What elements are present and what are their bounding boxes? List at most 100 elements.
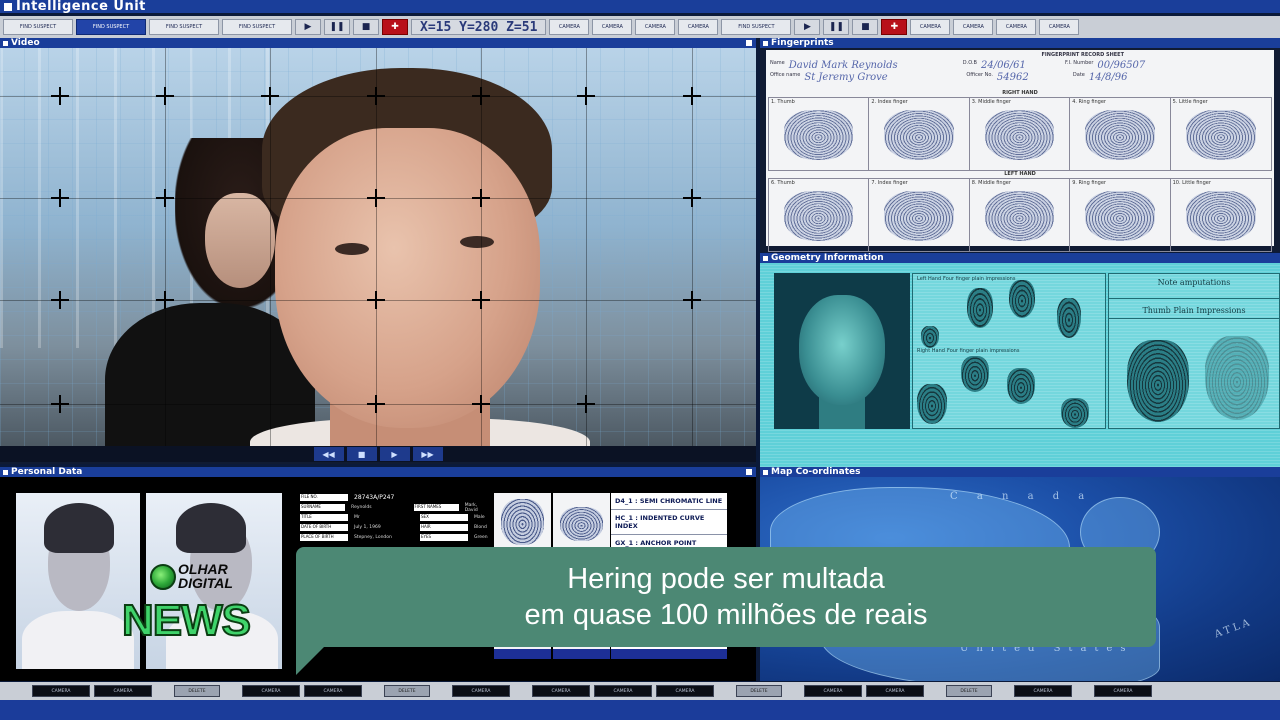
- close-icon[interactable]: [746, 40, 752, 46]
- camera-button-5[interactable]: CAMERA: [910, 19, 951, 35]
- bottom-toolbar: CAMERA CAMERA DELETE CAMERA CAMERA DELET…: [0, 682, 1280, 700]
- grid-line: [481, 48, 482, 446]
- woman-face: [205, 193, 275, 288]
- crosshair-icon: [367, 395, 385, 413]
- grid-line: [376, 48, 377, 446]
- officer-value: 54962: [996, 72, 1029, 83]
- photo-body: [22, 611, 134, 669]
- sheet-row: Name David Mark Reynolds D.O.B 24/06/61 …: [770, 60, 1270, 71]
- camera-button[interactable]: CAMERA: [32, 685, 90, 697]
- fingerprint-image: [783, 190, 854, 241]
- left-eye: [335, 243, 369, 255]
- delete-button[interactable]: DELETE: [384, 685, 430, 697]
- date-value: 14/8/96: [1088, 72, 1128, 83]
- fingerprint-cell[interactable]: 8. Middle finger: [970, 179, 1071, 251]
- camera-button[interactable]: CAMERA: [452, 685, 510, 697]
- grid-line: [692, 48, 693, 446]
- camera-button-1[interactable]: CAMERA: [549, 19, 590, 35]
- fingerprint-cell[interactable]: 9. Ring finger: [1070, 179, 1171, 251]
- panel-menu-icon[interactable]: [763, 255, 768, 261]
- field-label: FILE NO.: [300, 494, 348, 501]
- field-value: 28743A/P247: [354, 494, 395, 501]
- camera-button-4[interactable]: CAMERA: [678, 19, 719, 35]
- fingerprint-image: [884, 190, 954, 241]
- delete-button[interactable]: DELETE: [946, 685, 992, 697]
- fingerprint-cell[interactable]: 6. Thumb: [769, 179, 870, 251]
- fingerprint-cell[interactable]: 7. Index finger: [869, 179, 970, 251]
- rewind-icon[interactable]: ◀◀: [313, 447, 344, 461]
- four-finger-panel[interactable]: Left Hand Four finger plain impressions …: [912, 273, 1106, 429]
- find-suspect-button-1[interactable]: FIND SUSPECT: [3, 19, 73, 35]
- panel-menu-icon[interactable]: [763, 40, 768, 46]
- camera-button[interactable]: CAMERA: [594, 685, 652, 697]
- fingerprint-cell[interactable]: 1. Thumb: [769, 98, 870, 170]
- stop-icon-2[interactable]: ■: [852, 19, 879, 35]
- field-value: Mark, David: [464, 502, 478, 513]
- video-feed[interactable]: [0, 48, 756, 446]
- stop-icon[interactable]: ■: [346, 447, 377, 461]
- toolbar: FIND SUSPECT FIND SUSPECT FIND SUSPECT F…: [0, 16, 1280, 38]
- record-icon-2[interactable]: ✚: [881, 19, 908, 35]
- camera-button[interactable]: CAMERA: [866, 685, 924, 697]
- field-value: Stepney, London: [354, 535, 392, 540]
- fingerprint-cell[interactable]: 5. Little finger: [1171, 98, 1271, 170]
- delete-button[interactable]: DELETE: [174, 685, 220, 697]
- field-label: PLACE OF BIRTH: [300, 534, 348, 541]
- map-label-canada: C a n a d a: [950, 491, 1093, 502]
- left-hand-label: Left Hand: [917, 276, 942, 282]
- fingerprint-image: [783, 109, 854, 160]
- camera-button-6[interactable]: CAMERA: [953, 19, 994, 35]
- pause-icon-2[interactable]: ❚❚: [823, 19, 850, 35]
- record-icon[interactable]: ✚: [382, 19, 408, 35]
- camera-button[interactable]: CAMERA: [804, 685, 862, 697]
- find-suspect-button-3[interactable]: FIND SUSPECT: [149, 19, 219, 35]
- camera-button-7[interactable]: CAMERA: [996, 19, 1037, 35]
- crosshair-icon: [367, 189, 385, 207]
- thumb-panel[interactable]: Note amputations Thumb Plain Impressions: [1108, 273, 1280, 429]
- coordinates-readout: X=15 Y=280 Z=51: [411, 19, 547, 35]
- close-icon[interactable]: [746, 469, 752, 475]
- panel-menu-icon[interactable]: [763, 469, 768, 475]
- panel-menu-icon[interactable]: [3, 40, 8, 46]
- camera-button[interactable]: CAMERA: [242, 685, 300, 697]
- window-menu-icon[interactable]: [4, 2, 12, 11]
- camera-button[interactable]: CAMERA: [94, 685, 152, 697]
- play-icon[interactable]: ▶: [295, 19, 321, 35]
- delete-button[interactable]: DELETE: [736, 685, 782, 697]
- fast-forward-icon[interactable]: ▶▶: [412, 447, 443, 461]
- camera-button-3[interactable]: CAMERA: [635, 19, 676, 35]
- news-caption: Hering pode ser multada em quase 100 mil…: [296, 547, 1156, 675]
- camera-button[interactable]: CAMERA: [656, 685, 714, 697]
- stop-icon[interactable]: ■: [353, 19, 379, 35]
- camera-button[interactable]: CAMERA: [1014, 685, 1072, 697]
- fingerprint-cell[interactable]: 3. Middle finger: [970, 98, 1071, 170]
- officer-label: Officer No.: [966, 72, 993, 78]
- thumb-impressions-title: Thumb Plain Impressions: [1142, 306, 1246, 315]
- find-suspect-button-4[interactable]: FIND SUSPECT: [222, 19, 292, 35]
- play-icon-2[interactable]: ▶: [794, 19, 821, 35]
- sheet-title: FINGERPRINT RECORD SHEET: [1041, 52, 1125, 58]
- camera-button[interactable]: CAMERA: [1094, 685, 1152, 697]
- table-row: FILE NO. 28743A/P247: [300, 493, 490, 502]
- head-scan[interactable]: [774, 273, 910, 429]
- table-row: SURNAME Reynolds FIRST NAMES Mark, David: [300, 502, 490, 513]
- find-suspect-button-5[interactable]: FIND SUSPECT: [721, 19, 792, 35]
- camera-button-2[interactable]: CAMERA: [592, 19, 633, 35]
- field-label: FIRST NAMES: [413, 504, 459, 511]
- fingerprint-cell[interactable]: 10. Little finger: [1171, 179, 1271, 251]
- panel-menu-icon[interactable]: [3, 469, 8, 475]
- field-label: TITLE: [300, 514, 348, 521]
- progress-bar: [611, 649, 727, 659]
- field-value: Blond: [474, 525, 487, 530]
- pause-icon[interactable]: ❚❚: [324, 19, 350, 35]
- fingerprint-cell[interactable]: 4. Ring finger: [1070, 98, 1171, 170]
- play-icon[interactable]: ▶: [379, 447, 410, 461]
- field-label: DATE OF BIRTH: [300, 524, 348, 531]
- camera-button-8[interactable]: CAMERA: [1039, 19, 1080, 35]
- find-suspect-button-2[interactable]: FIND SUSPECT: [76, 19, 146, 35]
- fingerprint-blob: [921, 326, 939, 348]
- camera-button[interactable]: CAMERA: [304, 685, 362, 697]
- fingerprint-cell[interactable]: 2. Index finger: [869, 98, 970, 170]
- map-label-atlantic: ATLA: [1213, 616, 1254, 641]
- camera-button[interactable]: CAMERA: [532, 685, 590, 697]
